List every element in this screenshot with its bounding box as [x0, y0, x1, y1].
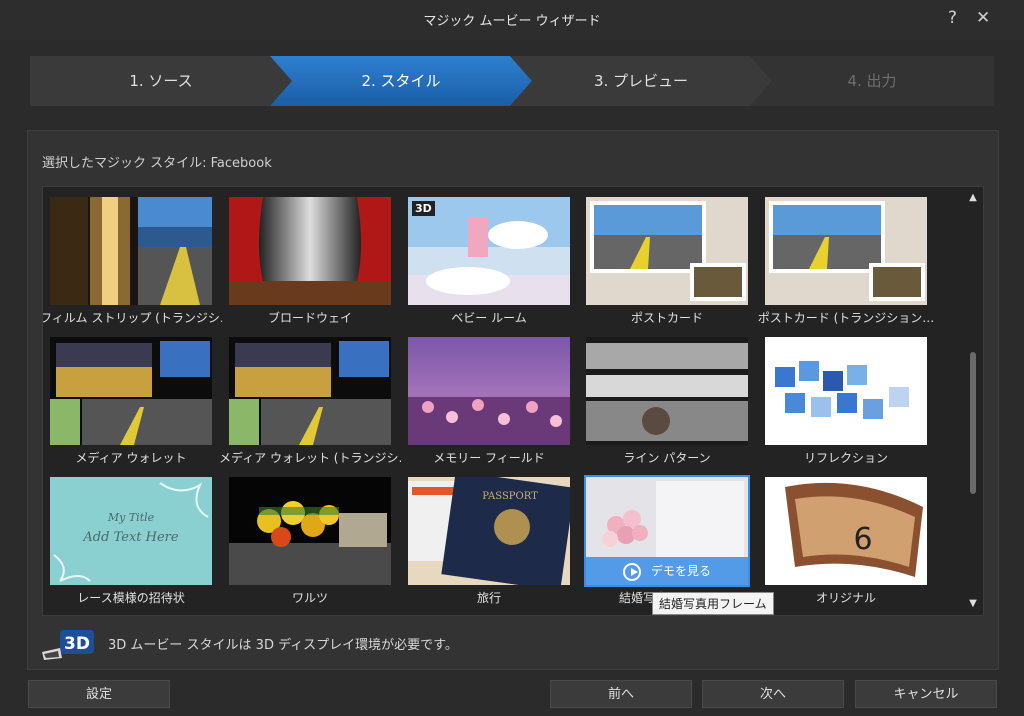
thumbnail — [50, 197, 212, 305]
scroll-down-icon[interactable]: ▼ — [966, 598, 980, 609]
settings-button[interactable]: 設定 — [28, 680, 170, 708]
tile-label: レース模様の招待状 — [77, 591, 185, 605]
back-button[interactable]: 前へ — [550, 680, 692, 708]
thumbnail — [50, 337, 212, 445]
wizard-steps: 1. ソース 2. スタイル 3. プレビュー 4. 出力 — [30, 56, 994, 106]
3d-glasses-icon: 3D — [42, 630, 94, 660]
thumbnail — [229, 337, 391, 445]
tile-label: 旅行 — [476, 591, 501, 605]
step-preview[interactable]: 3. プレビュー — [510, 56, 772, 106]
thumbnail — [408, 337, 570, 445]
tile-label: ワルツ — [291, 591, 328, 605]
badge-3d: 3D — [412, 201, 435, 216]
thumbnail: 3D — [408, 197, 570, 305]
thumbnail: デモを見る — [584, 475, 750, 587]
close-icon[interactable]: ✕ — [976, 8, 990, 28]
scroll-thumb[interactable] — [970, 352, 976, 494]
thumbnail — [765, 197, 927, 305]
3d-requirement-note: 3D ムービー スタイルは 3D ディスプレイ環境が必要です。 — [108, 638, 458, 653]
thumbnail — [586, 337, 748, 445]
thumbnail — [765, 337, 927, 445]
style-grid: フィルム ストリップ (トランジシ… ブロードウェイ 3D ベビー ルーム ポス… — [42, 186, 984, 616]
step-output: 4. 出力 — [750, 56, 994, 106]
tile-label: ポストカード (トランジション… — [757, 311, 935, 325]
demo-label: デモを見る — [650, 564, 711, 578]
selected-style-label: 選択したマジック スタイル: Facebook — [42, 156, 272, 171]
tile-label: ブロードウェイ — [267, 311, 352, 325]
tile-label: ライン パターン — [623, 451, 711, 465]
next-button[interactable]: 次へ — [702, 680, 844, 708]
3d-icon-text: 3D — [64, 634, 90, 654]
thumbnail: 6 — [765, 477, 927, 585]
thumb-passport-text: PASSPORT — [482, 491, 538, 502]
thumb-body-text: Add Text Here — [82, 530, 178, 545]
thumbnail: PASSPORT — [408, 477, 570, 585]
grid-scrollbar[interactable]: ▲ ▼ — [966, 190, 980, 612]
demo-button[interactable]: デモを見る — [586, 557, 748, 585]
thumbnail — [586, 197, 748, 305]
thumb-title-text: My Title — [107, 511, 155, 524]
thumbnail — [229, 197, 391, 305]
cancel-button[interactable]: キャンセル — [855, 680, 997, 708]
window-title: マジック ムービー ウィザード — [423, 14, 601, 29]
scroll-up-icon[interactable]: ▲ — [966, 192, 980, 203]
thumbnail — [229, 477, 391, 585]
help-icon[interactable]: ? — [948, 8, 957, 28]
play-icon — [622, 562, 641, 581]
tile-label: メディア ウォレット (トランジシ… — [219, 451, 401, 465]
tile-label: リフレクション — [803, 451, 888, 465]
tile-label: オリジナル — [815, 591, 876, 605]
tile-label: ポストカード — [630, 311, 703, 325]
thumbnail: My Title Add Text Here — [50, 477, 212, 585]
step-style[interactable]: 2. スタイル — [270, 56, 532, 106]
tooltip: 結婚写真用フレーム — [652, 592, 774, 615]
tile-label: メモリー フィールド — [433, 451, 545, 465]
title-bar: マジック ムービー ウィザード ? ✕ — [0, 0, 1024, 40]
tile-label: ベビー ルーム — [451, 311, 527, 325]
step-source[interactable]: 1. ソース — [30, 56, 292, 106]
tile-label: フィルム ストリップ (トランジシ… — [42, 311, 222, 325]
tile-label: メディア ウォレット — [75, 451, 187, 465]
svg-text:6: 6 — [853, 522, 872, 557]
